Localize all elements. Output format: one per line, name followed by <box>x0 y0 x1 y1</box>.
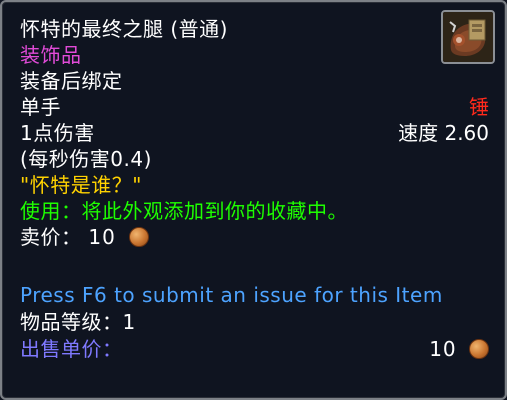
sell-price-label: 卖价： <box>20 225 82 249</box>
sell-price-amount: 10 <box>88 225 116 249</box>
press-f6-hint: Press F6 to submit an issue for this Ite… <box>20 283 443 307</box>
item-level: 物品等级：1 <box>20 310 136 334</box>
unit-price-label: 出售单价： <box>20 337 123 361</box>
item-binding: 装备后绑定 <box>20 69 123 93</box>
item-speed: 速度 2.60 <box>398 121 489 145</box>
unit-price: 10 <box>429 336 489 362</box>
unit-price-amount: 10 <box>429 337 457 361</box>
item-icon <box>441 10 495 64</box>
copper-coin-icon <box>128 227 149 247</box>
copper-coin-icon <box>469 339 489 359</box>
sell-price: 卖价： 10 <box>20 224 149 250</box>
item-subtype: 锤 <box>469 95 489 119</box>
item-slot: 单手 <box>20 95 61 119</box>
item-type: 装饰品 <box>20 43 82 67</box>
bag-of-meat-icon <box>443 12 493 62</box>
item-tooltip: 怀特的最终之腿 (普通) 装饰品 装备后绑定 单手 锤 1点伤害 速度 2.60… <box>0 0 507 400</box>
item-dps: (每秒伤害0.4) <box>20 147 152 171</box>
item-name: 怀特的最终之腿 (普通) <box>20 17 228 41</box>
item-use-text: 使用：将此外观添加到你的收藏中。 <box>20 199 348 223</box>
item-damage: 1点伤害 <box>20 121 95 145</box>
item-flavor-text: "怀特是谁？" <box>20 173 142 197</box>
